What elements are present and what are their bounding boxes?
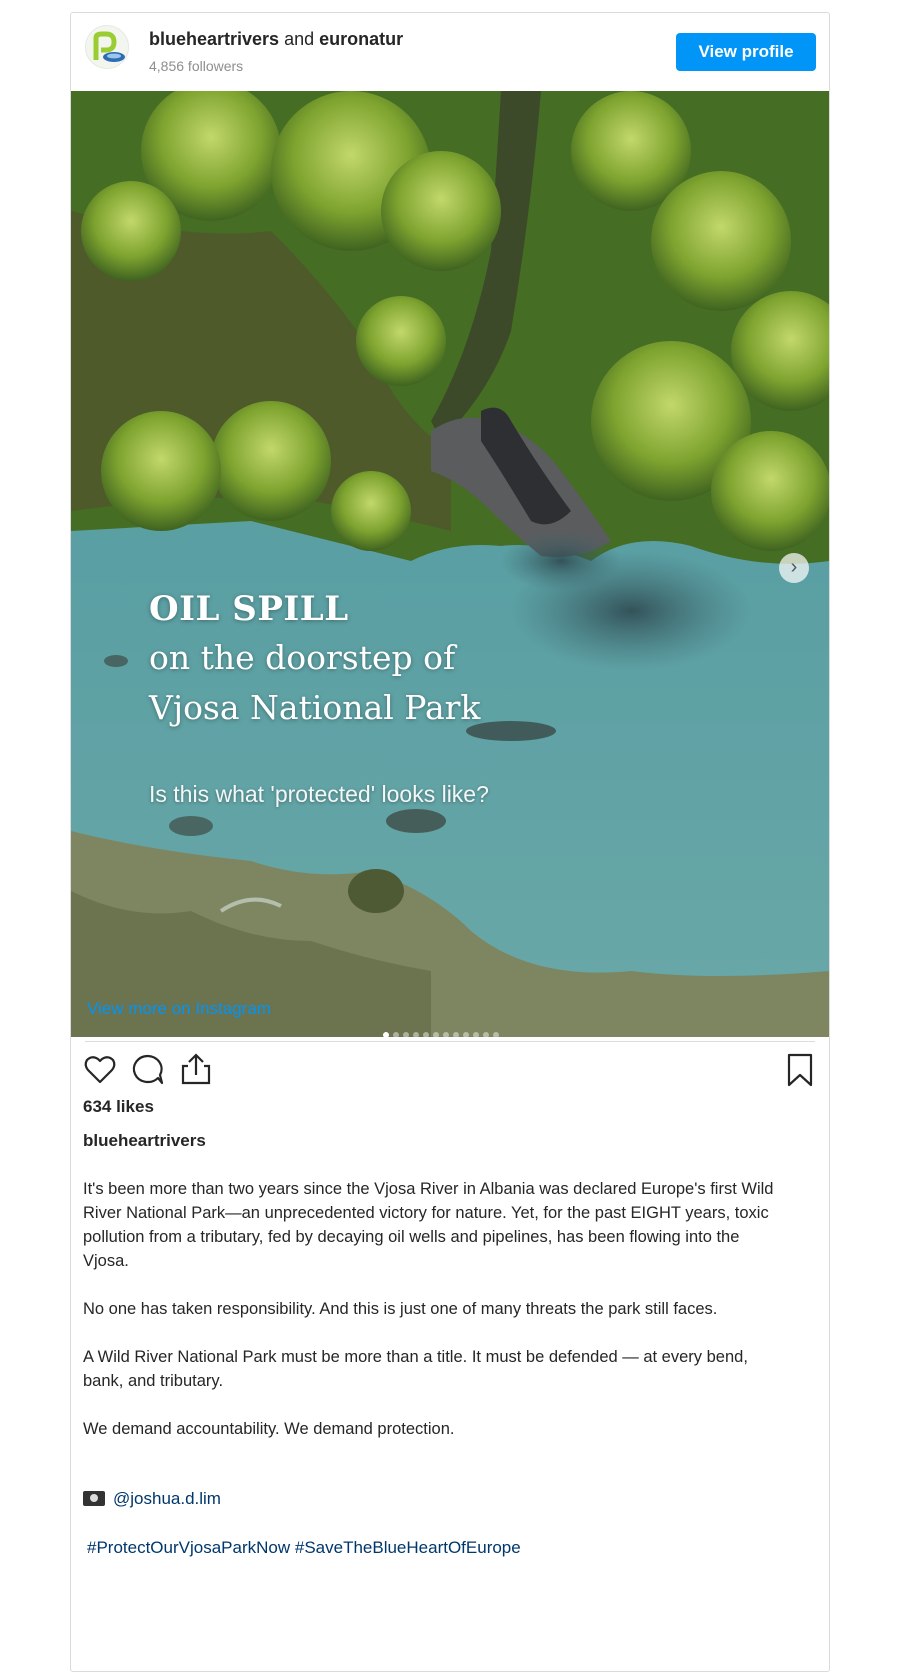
- view-profile-button[interactable]: View profile: [676, 33, 816, 71]
- caption-author[interactable]: blueheartrivers: [83, 1131, 206, 1151]
- carousel-dot: [453, 1031, 459, 1037]
- share-icon[interactable]: [179, 1053, 213, 1092]
- account-names: blueheartrivers and euronatur: [149, 29, 403, 50]
- avatar[interactable]: [85, 25, 129, 69]
- hashtag-links[interactable]: #ProtectOurVjosaParkNow #SaveTheBlueHear…: [87, 1538, 521, 1557]
- carousel-dot: [463, 1031, 469, 1037]
- overlay-line-3: Vjosa National Park: [149, 688, 481, 727]
- carousel-indicator: [383, 1026, 503, 1037]
- caption-paragraph: A Wild River National Park must be more …: [83, 1348, 748, 1390]
- carousel-next-icon[interactable]: ›: [779, 553, 809, 583]
- action-bar: [83, 1053, 817, 1093]
- follower-count: 4,856 followers: [149, 58, 244, 74]
- photo-credit: @joshua.d.lim: [83, 1489, 221, 1509]
- instagram-embed-card: blueheartrivers and euronatur 4,856 foll…: [70, 12, 830, 1672]
- account-link-euronatur[interactable]: euronatur: [319, 29, 403, 49]
- carousel-dot: [383, 1031, 389, 1037]
- camera-icon: [83, 1491, 105, 1506]
- carousel-dot: [493, 1031, 499, 1037]
- caption-paragraph: No one has taken responsibility. And thi…: [83, 1300, 718, 1318]
- divider: [85, 1041, 815, 1042]
- carousel-dot: [443, 1031, 449, 1037]
- bookmark-icon[interactable]: [783, 1053, 817, 1092]
- account-link-blueheartrivers[interactable]: blueheartrivers: [149, 29, 279, 49]
- post-header: blueheartrivers and euronatur 4,856 foll…: [71, 13, 829, 91]
- caption-paragraph: It's been more than two years since the …: [83, 1180, 774, 1270]
- carousel-dot: [393, 1031, 399, 1037]
- carousel-dot: [483, 1031, 489, 1037]
- overlay-line-2: on the doorstep of: [149, 638, 456, 677]
- view-more-on-instagram-link[interactable]: View more on Instagram: [87, 999, 271, 1019]
- post-caption: It's been more than two years since the …: [83, 1177, 783, 1465]
- carousel-dot: [413, 1031, 419, 1037]
- like-count[interactable]: 634 likes: [83, 1097, 154, 1117]
- overlay-headline: OIL SPILL: [149, 589, 349, 629]
- account-joiner: and: [284, 29, 315, 49]
- euronatur-logo-icon: [87, 27, 128, 68]
- hashtags: #ProtectOurVjosaParkNow #SaveTheBlueHear…: [87, 1538, 521, 1558]
- credit-mention-link[interactable]: @joshua.d.lim: [113, 1489, 221, 1508]
- comment-icon[interactable]: [131, 1053, 165, 1092]
- carousel-dot: [423, 1031, 429, 1037]
- river-aerial-photo: [71, 91, 829, 1037]
- carousel-dot: [403, 1031, 409, 1037]
- carousel-dot: [473, 1031, 479, 1037]
- image-overlay-subtitle: Is this what 'protected' looks like?: [149, 781, 489, 807]
- post-image[interactable]: OIL SPILL on the doorstep of Vjosa Natio…: [71, 91, 829, 1037]
- carousel-dot: [433, 1031, 439, 1037]
- heart-icon[interactable]: [83, 1053, 117, 1092]
- caption-paragraph: We demand accountability. We demand prot…: [83, 1420, 455, 1438]
- image-overlay-title: OIL SPILL on the doorstep of Vjosa Natio…: [149, 585, 480, 733]
